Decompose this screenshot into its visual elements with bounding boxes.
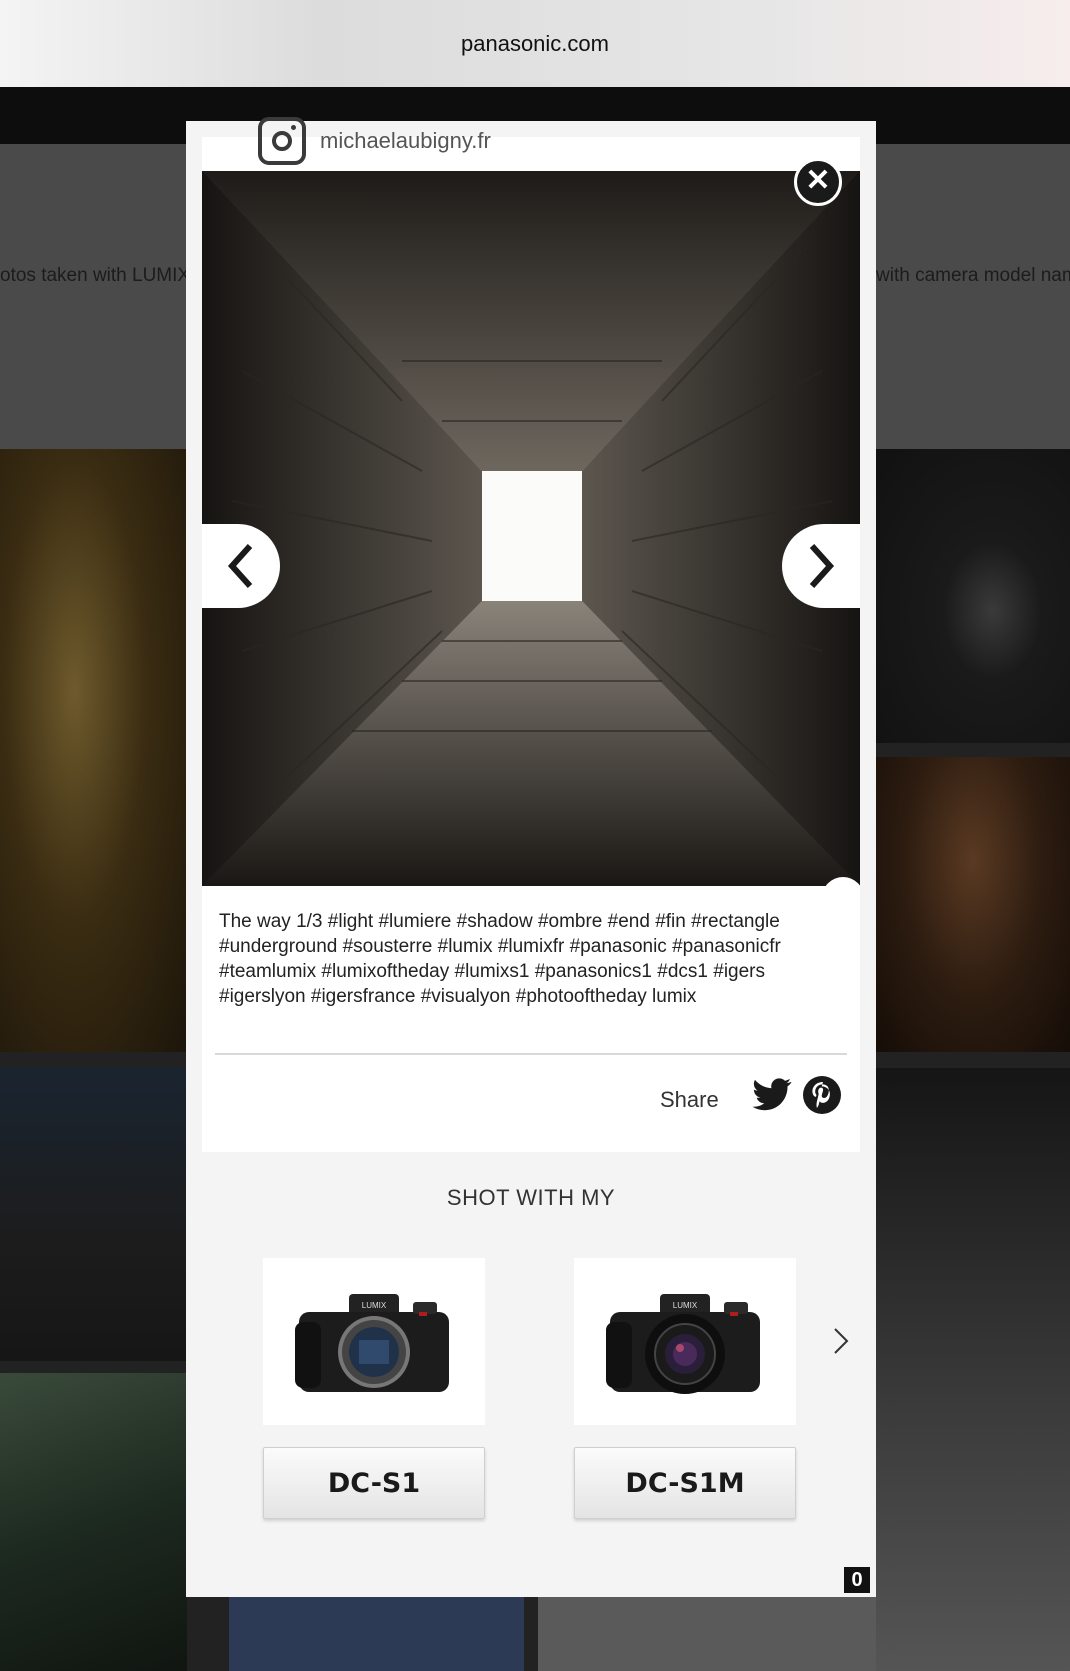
instagram-icon [258,117,306,165]
camera-with-lens-icon: LUMIX [606,1294,760,1394]
close-button[interactable]: ✕ [794,158,842,206]
share-bar: Share [202,1075,860,1125]
gallery-tile[interactable] [876,1068,1070,1671]
pinterest-icon[interactable] [802,1075,842,1115]
gallery-tile[interactable] [0,449,187,1052]
gallery-tile[interactable] [0,1068,187,1361]
camera-body-icon: LUMIX [295,1294,449,1392]
share-label: Share [660,1087,719,1112]
post-photo: ! [202,171,860,886]
intro-text-left: otos taken with LUMIX [0,265,191,286]
brand-badge: 0 [844,1567,870,1593]
product-image-card[interactable]: LUMIX [263,1258,485,1425]
username: michaelaubigny.fr [320,128,491,153]
shot-with-title: SHOT WITH MY [446,1185,616,1210]
svg-text:LUMIX: LUMIX [673,1301,698,1310]
carousel-next-button[interactable] [826,1323,856,1359]
chevron-right-icon [809,543,835,589]
post-author[interactable]: michaelaubigny.fr [258,117,491,165]
svg-text:LUMIX: LUMIX [362,1301,387,1310]
chevron-right-icon [834,1328,849,1354]
product-button-dc-s1m[interactable]: DC-S1M [574,1447,796,1519]
post-card: michaelaubigny.fr The way 1/3 #light #lu… [202,117,860,1152]
twitter-icon[interactable] [752,1077,792,1113]
chevron-left-icon [227,543,253,589]
browser-url-bar[interactable]: panasonic.com [0,0,1070,87]
divider [215,1053,847,1055]
gallery-tile[interactable] [0,1373,187,1671]
product-button-dc-s1[interactable]: DC-S1 [263,1447,485,1519]
url-text: panasonic.com [461,30,609,56]
intro-text-right: with camera model nam [876,265,1070,286]
post-caption: The way 1/3 #light #lumiere #shadow #omb… [219,911,781,1007]
gallery-tile[interactable] [876,757,1070,1052]
gallery-tile[interactable] [876,449,1070,743]
photo-lightbox-modal: michaelaubigny.fr The way 1/3 #light #lu… [186,117,876,1597]
product-image-card[interactable]: LUMIX [574,1258,796,1425]
tunnel-photo [202,171,860,886]
next-photo-button[interactable] [782,524,860,608]
